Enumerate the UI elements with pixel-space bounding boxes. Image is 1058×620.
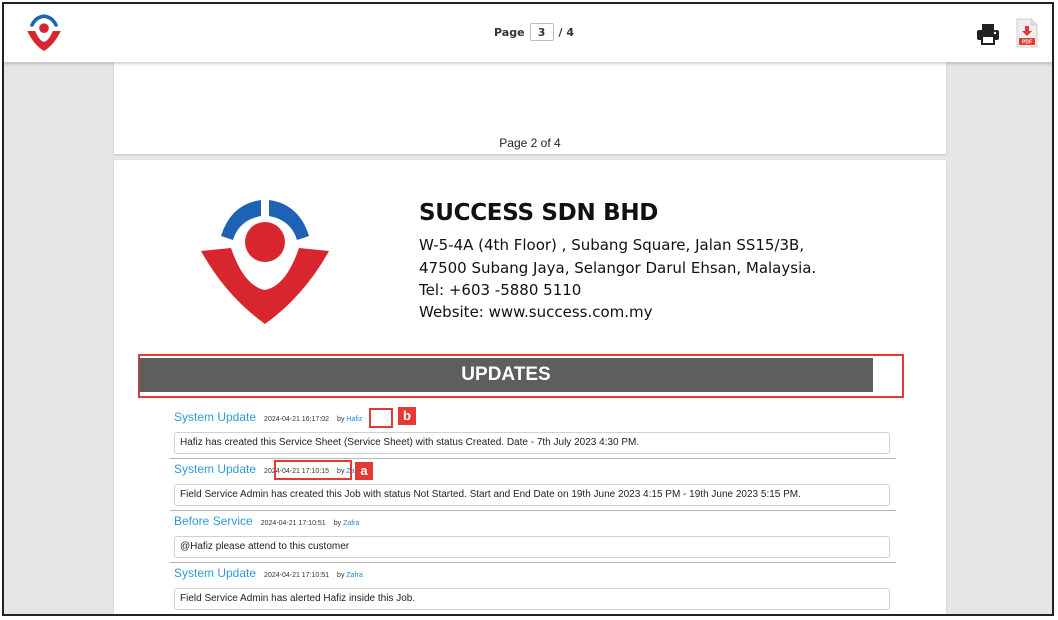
- report-viewer: Page / 4 PDF Page 2 of 4: [2, 2, 1054, 616]
- divider: [170, 562, 896, 563]
- divider: [170, 510, 896, 511]
- company-website: Website: www.success.com.my: [419, 303, 653, 321]
- update-item: System Update 2024-04-21 16:17:02 by Haf…: [170, 410, 896, 459]
- download-pdf-button[interactable]: PDF: [1016, 18, 1038, 48]
- updates-section-title: UPDATES: [139, 358, 873, 392]
- author-highlight-box: [369, 408, 393, 428]
- author-link[interactable]: Zafra: [343, 520, 359, 527]
- update-author: by Hafiz: [337, 416, 362, 423]
- update-item: System Update 2024-04-21 17:10:51 by Zaf…: [174, 566, 894, 610]
- update-author: by Zafra: [337, 572, 363, 579]
- company-tel: Tel: +603 -5880 5110: [419, 281, 582, 299]
- author-prefix: by: [333, 520, 342, 527]
- page-number-input[interactable]: [529, 23, 554, 41]
- company-address-line1: W-5-4A (4th Floor) , Subang Square, Jala…: [419, 236, 805, 254]
- update-header: System Update 2024-04-21 16:17:02 by Haf…: [174, 410, 894, 430]
- update-title: System Update: [174, 462, 257, 476]
- update-timestamp: 2024-04-21 17:10:51: [260, 520, 326, 527]
- update-item: Before Service 2024-04-21 17:10:51 by Za…: [170, 514, 896, 563]
- update-timestamp: 2024-04-21 17:10:51: [264, 572, 330, 579]
- annotation-badge-b: b: [398, 407, 416, 425]
- page-label: Page: [494, 25, 525, 39]
- update-timestamp: 2024-04-21 16:17:02: [264, 416, 330, 423]
- author-prefix: by: [337, 416, 345, 423]
- divider: [170, 458, 896, 459]
- update-header: System Update 2024-04-21 17:10:51 by Zaf…: [174, 566, 894, 586]
- annotation-badge-a: a: [355, 462, 373, 480]
- previous-page: Page 2 of 4: [114, 62, 946, 154]
- author-link[interactable]: Hafiz: [346, 416, 362, 423]
- page-navigator: Page / 4: [494, 23, 574, 41]
- author-prefix: by: [337, 572, 345, 579]
- pdf-label: PDF: [1022, 40, 1032, 46]
- page-total: / 4: [558, 25, 575, 39]
- update-body: Hafiz has created this Service Sheet (Se…: [174, 432, 890, 454]
- update-body: @Hafiz please attend to this customer: [174, 536, 890, 558]
- update-author: by Zafra: [334, 520, 360, 527]
- update-body: Field Service Admin has created this Job…: [174, 484, 890, 506]
- company-logo-icon: [201, 200, 329, 324]
- update-title: Before Service: [174, 514, 253, 528]
- author-link[interactable]: Zafra: [346, 572, 362, 579]
- pdf-file-icon: PDF: [1016, 18, 1038, 48]
- company-name: SUCCESS SDN BHD: [419, 200, 659, 226]
- update-body: Field Service Admin has alerted Hafiz in…: [174, 588, 890, 610]
- company-address-line2: 47500 Subang Jaya, Selangor Darul Ehsan,…: [419, 259, 817, 277]
- viewer-toolbar: Page / 4 PDF: [4, 4, 1052, 62]
- update-title: System Update: [174, 566, 257, 580]
- divider: [170, 614, 896, 615]
- print-icon[interactable]: [976, 23, 1000, 45]
- report-page: SUCCESS SDN BHD W-5-4A (4th Floor) , Sub…: [114, 160, 946, 614]
- page-footer: Page 2 of 4: [499, 136, 561, 150]
- timestamp-highlight-box: [274, 460, 352, 480]
- update-title: System Update: [174, 410, 257, 424]
- brand-logo-icon: [27, 14, 61, 51]
- update-header: Before Service 2024-04-21 17:10:51 by Za…: [174, 514, 894, 534]
